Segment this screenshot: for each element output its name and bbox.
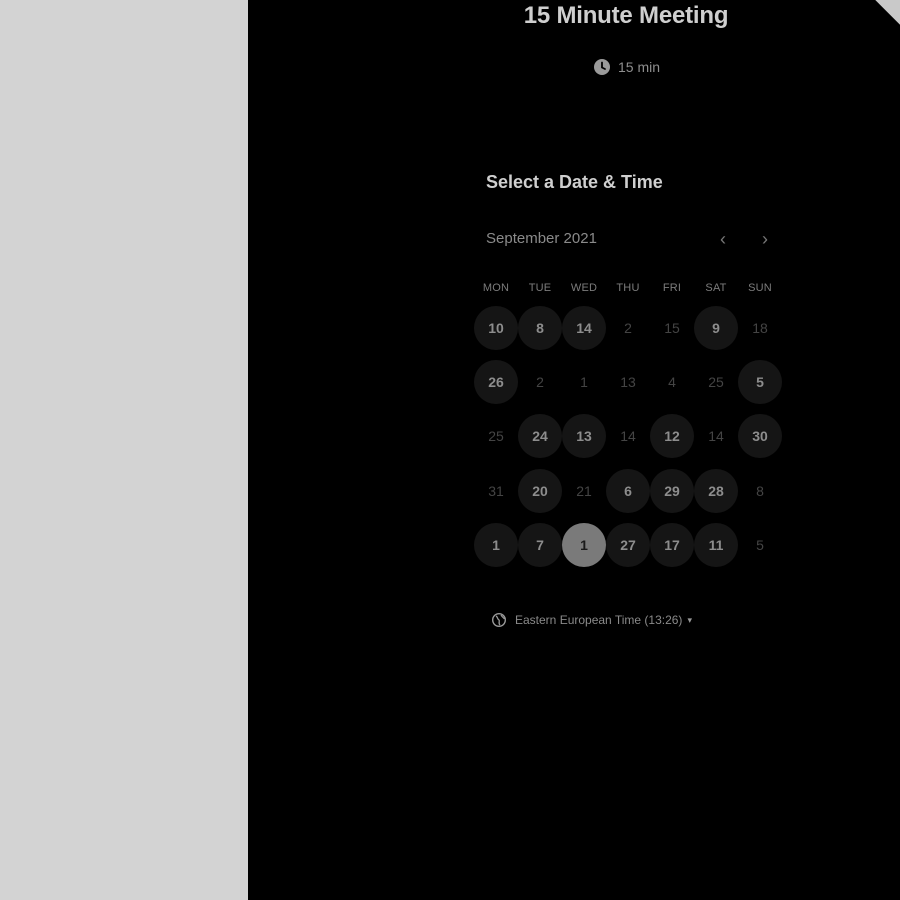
prev-month-button[interactable]: ‹ bbox=[713, 228, 733, 250]
weekday-label: SAT bbox=[705, 282, 727, 294]
calendar-day-selected[interactable]: 1 bbox=[562, 523, 606, 567]
calendar-day-available[interactable]: 26 bbox=[474, 360, 518, 404]
duration-label: 15 min bbox=[618, 59, 661, 75]
weekday-label: SUN bbox=[748, 282, 772, 294]
calendar-day: 21 bbox=[576, 483, 592, 499]
meeting-duration: 15 min bbox=[594, 56, 660, 78]
calendar-day: 14 bbox=[708, 428, 724, 444]
calendar-day-available[interactable]: 10 bbox=[474, 306, 518, 350]
calendar-day: 18 bbox=[752, 320, 768, 336]
calendar-day-available[interactable]: 13 bbox=[562, 414, 606, 458]
meeting-title: 15 Minute Meeting bbox=[523, 2, 729, 29]
caret-down-icon: ▾ bbox=[687, 614, 692, 625]
calendar-day-available[interactable]: 30 bbox=[738, 414, 782, 458]
clock-icon bbox=[594, 59, 610, 75]
calendar-day: 13 bbox=[620, 374, 636, 390]
timezone-selector[interactable]: Eastern European Time (13:26) ▾ bbox=[492, 610, 692, 630]
chevron-right-icon: › bbox=[762, 228, 768, 249]
calendar-day: 4 bbox=[668, 374, 676, 390]
calendar-day-available[interactable]: 24 bbox=[518, 414, 562, 458]
weekday-label: MON bbox=[482, 282, 510, 294]
calendar-day: 2 bbox=[624, 320, 632, 336]
calendar-day-available[interactable]: 8 bbox=[518, 306, 562, 350]
calendar-day-available[interactable]: 20 bbox=[518, 469, 562, 513]
calendar-day: 14 bbox=[620, 428, 636, 444]
timezone-label: Eastern European Time (13:26) bbox=[515, 613, 683, 627]
weekday-label: TUE bbox=[528, 282, 552, 294]
calendar-day-available[interactable]: 9 bbox=[694, 306, 738, 350]
month-label: September 2021 bbox=[486, 230, 597, 247]
calendar-day: 31 bbox=[488, 483, 504, 499]
calendar-day-available[interactable]: 7 bbox=[518, 523, 562, 567]
calendar-day-available[interactable]: 12 bbox=[650, 414, 694, 458]
calendar-day-available[interactable]: 14 bbox=[562, 306, 606, 350]
calendar-day-available[interactable]: 28 bbox=[694, 469, 738, 513]
section-title: Select a Date & Time bbox=[486, 172, 663, 192]
next-month-button[interactable]: › bbox=[755, 228, 775, 250]
calendar-day-available[interactable]: 17 bbox=[650, 523, 694, 567]
calendar-day: 5 bbox=[756, 537, 764, 553]
calendar-day: 25 bbox=[488, 428, 504, 444]
background-left-pane bbox=[0, 0, 248, 900]
calendar-day: 25 bbox=[708, 374, 724, 390]
calendar-day-available[interactable]: 29 bbox=[650, 469, 694, 513]
calendar-day: 1 bbox=[580, 374, 588, 390]
calendar-day: 2 bbox=[536, 374, 544, 390]
chevron-left-icon: ‹ bbox=[720, 228, 726, 249]
weekday-label: THU bbox=[616, 282, 640, 294]
calendar-day: 8 bbox=[756, 483, 764, 499]
weekday-label: WED bbox=[570, 282, 598, 294]
calendar-day-available[interactable]: 11 bbox=[694, 523, 738, 567]
calendar-day-available[interactable]: 5 bbox=[738, 360, 782, 404]
calendar-day-available[interactable]: 27 bbox=[606, 523, 650, 567]
calendar-day: 15 bbox=[664, 320, 680, 336]
weekday-label: FRI bbox=[662, 282, 682, 294]
scheduling-panel: 15 Minute Meeting 15 min Select a Date &… bbox=[248, 0, 900, 900]
globe-icon bbox=[492, 613, 506, 627]
calendar-day-available[interactable]: 1 bbox=[474, 523, 518, 567]
calendar-day-available[interactable]: 6 bbox=[606, 469, 650, 513]
